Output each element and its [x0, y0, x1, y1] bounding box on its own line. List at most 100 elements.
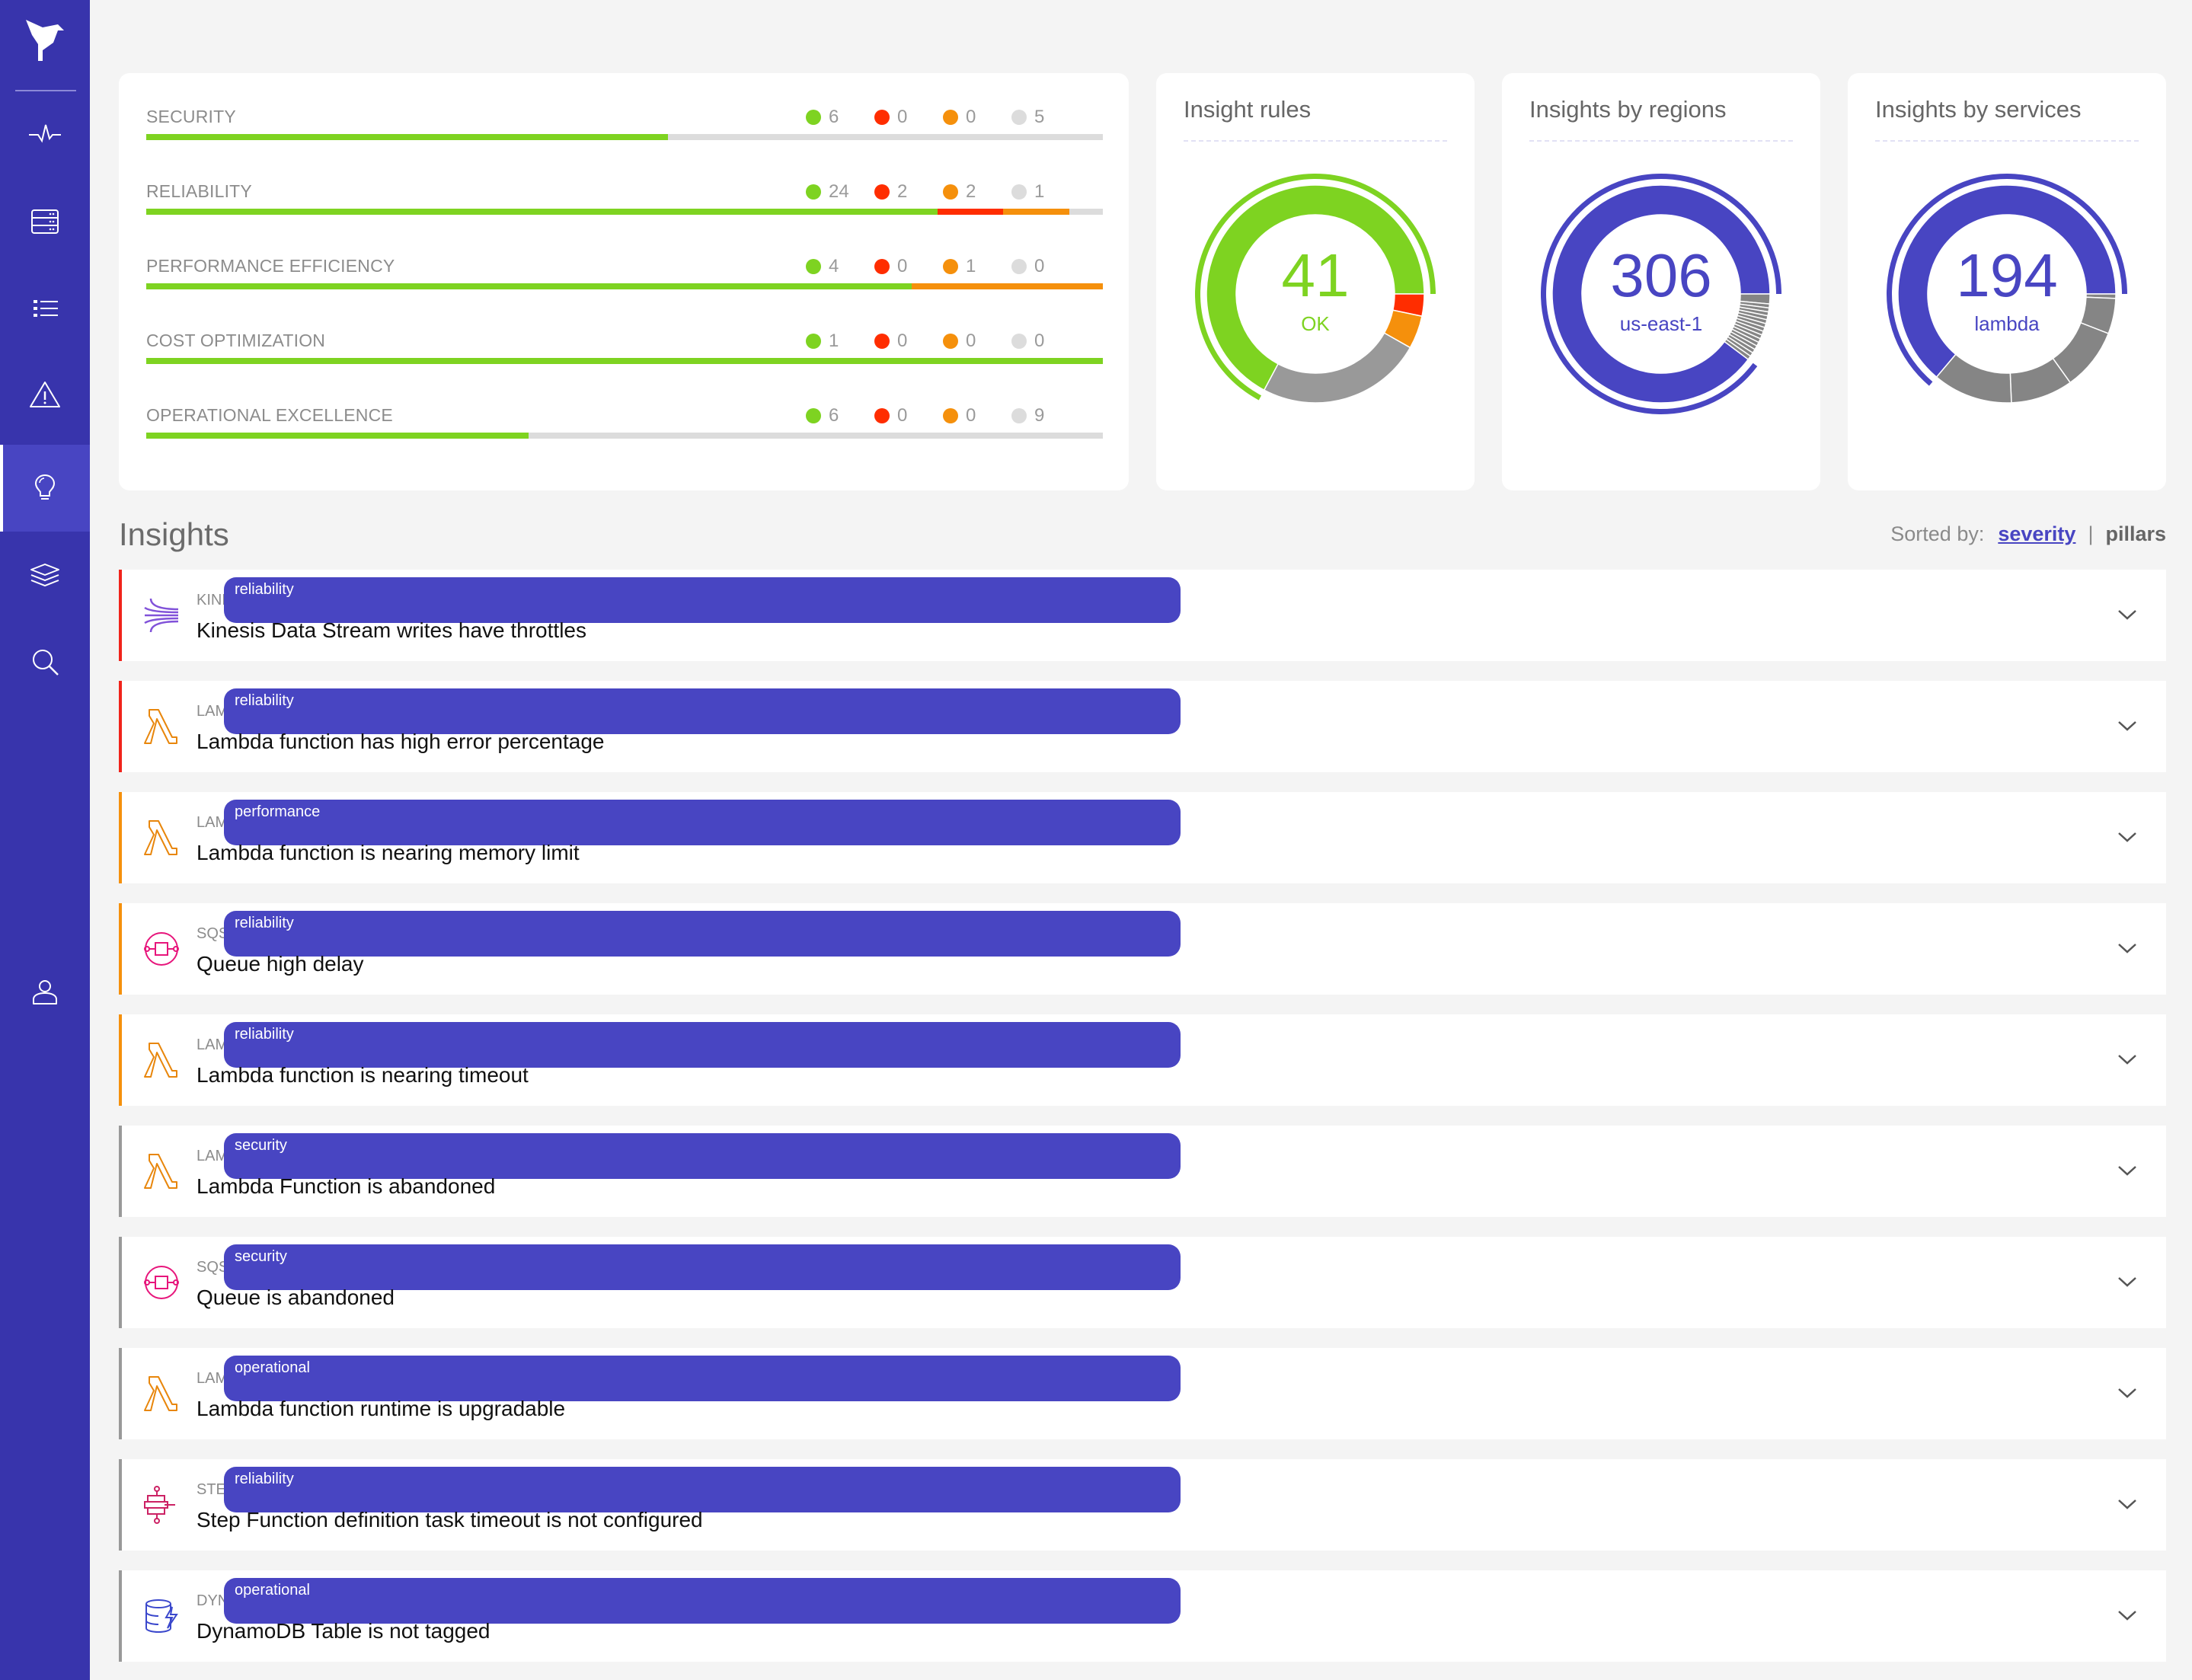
count-value: 6: [829, 405, 839, 426]
insight-meta: SQS - 28 resources info security: [197, 1244, 1181, 1290]
sidebar-item-layers[interactable]: [0, 532, 90, 618]
count-value: 6: [829, 107, 839, 127]
insights-heading: Insights: [119, 516, 229, 552]
insight-title: Queue is abandoned: [197, 1286, 395, 1309]
chevron-down-icon[interactable]: [2116, 937, 2139, 960]
chevron-down-icon[interactable]: [2116, 1493, 2139, 1516]
count-ok: 4: [806, 256, 874, 277]
info-dot-icon: [1011, 259, 1027, 274]
sidebar-item-alerts[interactable]: [0, 352, 90, 439]
count-info: 9: [1011, 405, 1080, 426]
bar-segment-critical: [937, 209, 1004, 215]
pillar-row[interactable]: OPERATIONAL EXCELLENCE 6 0 0 9: [146, 405, 1103, 451]
info-dot-icon: [1011, 334, 1027, 349]
critical-dot-icon: [874, 408, 890, 423]
sidebar-item-resources[interactable]: [0, 178, 90, 265]
insight-row[interactable]: SQS - 28 resources info security Queue i…: [119, 1237, 2166, 1328]
sidebar-item-insights[interactable]: [0, 445, 90, 532]
pillar-label: COST OPTIMIZATION: [146, 331, 326, 350]
insight-title: Lambda Function is abandoned: [197, 1174, 496, 1198]
bar-segment-ok: [146, 283, 912, 289]
pillar-badge: reliability: [224, 1467, 1181, 1512]
chevron-down-icon[interactable]: [2116, 1604, 2139, 1627]
pillar-label: SECURITY: [146, 107, 236, 126]
insight-meta: LAMBDA - 145 resources info operational: [197, 1356, 1181, 1401]
insight-meta: LAMBDA - 1 resources critical reliabilit…: [197, 688, 1181, 734]
donut-slice-other[interactable]: [1263, 332, 1411, 404]
chevron-down-icon[interactable]: [2116, 1159, 2139, 1182]
chevron-down-icon[interactable]: [2116, 826, 2139, 848]
insight-row[interactable]: LAMBDA - 1 resources critical reliabilit…: [119, 681, 2166, 772]
insight-meta: DYNAMODB - 1 resources info operational: [197, 1578, 1181, 1624]
insight-rules-card: Insight rules 41 OK: [1156, 73, 1475, 490]
count-value: 1: [1034, 181, 1045, 202]
sort-severity-link[interactable]: severity: [1998, 522, 2075, 546]
count-ok: 6: [806, 107, 874, 128]
stepfunctions-icon: [144, 1486, 175, 1524]
ok-dot-icon: [806, 408, 821, 423]
donut-slice-us-east-1[interactable]: [1551, 184, 1771, 404]
count-value: 0: [897, 331, 908, 351]
count-value: 24: [829, 181, 849, 202]
count-value: 0: [966, 405, 976, 426]
sidebar-item-search[interactable]: [0, 618, 90, 705]
chevron-down-icon[interactable]: [2116, 714, 2139, 737]
pillar-row[interactable]: RELIABILITY 24 2 2 1: [146, 181, 1103, 227]
bar-segment-ok: [146, 134, 668, 140]
info-dot-icon: [1011, 184, 1027, 200]
insight-meta: KINESIS - 3 resources critical reliabili…: [197, 577, 1181, 623]
chevron-down-icon[interactable]: [2116, 1270, 2139, 1293]
count-info: 0: [1011, 331, 1080, 352]
regions-donut[interactable]: [1539, 172, 1783, 416]
chevron-down-icon[interactable]: [2116, 1048, 2139, 1071]
pillar-badge: reliability: [224, 688, 1181, 734]
pillar-badge: reliability: [224, 1022, 1181, 1068]
pulse-icon: [29, 124, 61, 143]
title-divider: [1875, 140, 2139, 142]
warning-dot-icon: [943, 408, 958, 423]
pillar-row[interactable]: COST OPTIMIZATION 1 0 0 0: [146, 331, 1103, 376]
insight-row[interactable]: STEPFUNCTIONS - 3 resources info reliabi…: [119, 1459, 2166, 1551]
count-info: 5: [1011, 107, 1080, 128]
insight-row[interactable]: SQS - 2 resources warning reliability Qu…: [119, 903, 2166, 995]
pillar-badge: security: [224, 1244, 1181, 1290]
user-icon: [33, 980, 57, 1004]
sort-pillars-link[interactable]: pillars: [2105, 522, 2166, 546]
critical-dot-icon: [874, 110, 890, 125]
insight-row[interactable]: LAMBDA - 6 resources warning performance…: [119, 792, 2166, 883]
kinesis-icon: [144, 598, 179, 633]
lambda-icon: [144, 1376, 177, 1411]
insight-title: Kinesis Data Stream writes have throttle…: [197, 618, 586, 642]
chevron-down-icon[interactable]: [2116, 603, 2139, 626]
sidebar-item-list[interactable]: [0, 265, 90, 352]
insight-rules-donut[interactable]: [1193, 172, 1437, 416]
insights-by-services-card: Insights by services 194 lambda: [1848, 73, 2166, 490]
pillar-row[interactable]: PERFORMANCE EFFICIENCY 4 0 1 0: [146, 256, 1103, 302]
pillar-badge: reliability: [224, 911, 1181, 957]
pillar-row[interactable]: SECURITY 6 0 0 5: [146, 107, 1103, 152]
chevron-down-icon[interactable]: [2116, 1381, 2139, 1404]
lightbulb-icon: [34, 474, 56, 500]
count-value: 2: [897, 181, 908, 202]
info-dot-icon: [1011, 408, 1027, 423]
sidebar-item-account[interactable]: [0, 949, 90, 1036]
pillar-badge: security: [224, 1133, 1181, 1179]
count-warning: 1: [943, 256, 1011, 277]
pillar-badge: operational: [224, 1578, 1181, 1624]
insight-title: Lambda function is nearing timeout: [197, 1063, 529, 1087]
sidebar-item-health[interactable]: [0, 91, 90, 178]
count-value: 0: [1034, 256, 1045, 276]
count-value: 9: [1034, 405, 1045, 426]
insight-row[interactable]: LAMBDA - 145 resources info operational …: [119, 1348, 2166, 1439]
insight-row[interactable]: LAMBDA - 41 resources info security Lamb…: [119, 1126, 2166, 1217]
insight-row[interactable]: LAMBDA - 1 resources warning reliability…: [119, 1014, 2166, 1106]
pillar-badge: reliability: [224, 577, 1181, 623]
lambda-icon: [144, 820, 177, 855]
logo-icon[interactable]: [24, 17, 66, 62]
insight-row[interactable]: DYNAMODB - 1 resources info operational …: [119, 1570, 2166, 1662]
insight-meta: STEPFUNCTIONS - 3 resources info reliabi…: [197, 1467, 1181, 1512]
services-donut[interactable]: [1885, 172, 2129, 416]
insight-row[interactable]: KINESIS - 3 resources critical reliabili…: [119, 570, 2166, 661]
count-warning: 0: [943, 107, 1011, 128]
insight-meta: SQS - 2 resources warning reliability: [197, 911, 1181, 957]
